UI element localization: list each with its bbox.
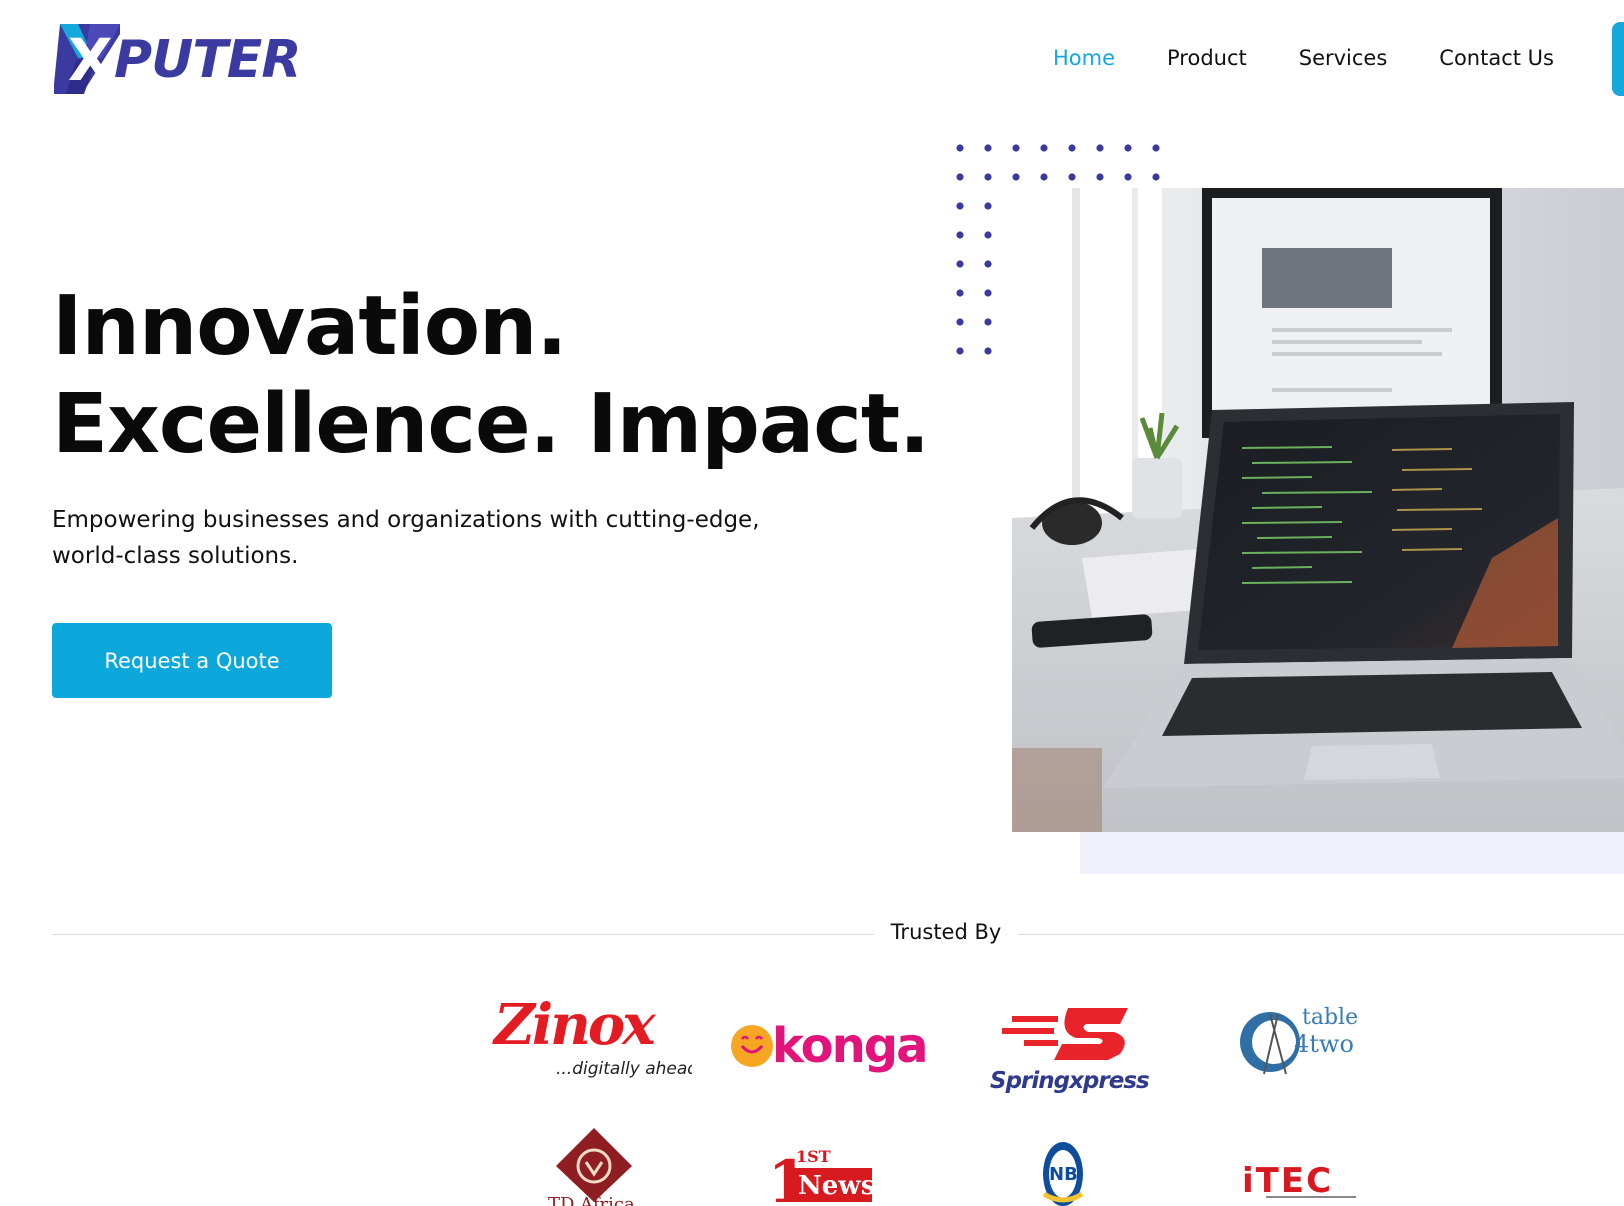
decorative-dot xyxy=(956,202,964,210)
nav-services[interactable]: Services xyxy=(1299,46,1388,70)
nav-contact-us[interactable]: Contact Us xyxy=(1439,46,1554,70)
decorative-dot xyxy=(1152,173,1160,181)
decorative-dot xyxy=(1124,173,1132,181)
decorative-dot xyxy=(1096,144,1104,152)
header-cta-button-edge[interactable] xyxy=(1612,22,1624,96)
main-nav: Home Product Services Contact Us xyxy=(1053,46,1554,70)
itec-wordmark: iTEC xyxy=(1242,1161,1333,1201)
decorative-dot xyxy=(1012,173,1020,181)
decorative-dot xyxy=(1096,173,1104,181)
decorative-dot xyxy=(956,144,964,152)
laptop-photo-illustration xyxy=(1012,188,1624,832)
zinox-wordmark: Zinox xyxy=(492,992,656,1058)
decorative-dot xyxy=(956,260,964,268)
decorative-dot xyxy=(956,289,964,297)
nb-wordmark: NB xyxy=(1049,1164,1078,1185)
nav-product[interactable]: Product xyxy=(1167,46,1247,70)
decorative-dot xyxy=(1124,144,1132,152)
site-logo[interactable]: X PUTER xyxy=(54,24,301,94)
hero-title: Innovation. Excellence. Impact. xyxy=(52,278,930,474)
logo-letter: X xyxy=(68,26,113,94)
hero-title-line1: Innovation. xyxy=(52,279,568,374)
client-logo-nb: NB xyxy=(1040,1134,1086,1206)
decorative-dot xyxy=(1068,173,1076,181)
trusted-by-label: Trusted By xyxy=(890,920,1002,944)
client-logo-td-africa: TD Africa xyxy=(548,1128,640,1206)
td-africa-lion-icon xyxy=(556,1128,632,1202)
client-logo-1st-news: 1 1ST News xyxy=(768,1144,878,1206)
client-logo-springxpress: Springxpress xyxy=(988,1004,1158,1096)
decorative-dot xyxy=(984,289,992,297)
logo-x-mark-icon: X xyxy=(54,24,120,94)
decorative-dot xyxy=(1012,144,1020,152)
decorative-dot xyxy=(956,318,964,326)
decorative-dot xyxy=(1068,144,1076,152)
decorative-dot xyxy=(984,144,992,152)
decorative-dot xyxy=(984,173,992,181)
hero-image xyxy=(1012,188,1624,832)
table4two-line2: 4two xyxy=(1294,1030,1354,1058)
divider-right xyxy=(1018,934,1624,935)
konga-wordmark: konga xyxy=(772,1018,927,1074)
decorative-dot xyxy=(984,347,992,355)
zinox-tagline: ...digitally ahead xyxy=(556,1059,692,1079)
hero-title-line2: Excellence. Impact. xyxy=(52,377,930,472)
decorative-dot xyxy=(984,231,992,239)
decorative-dot xyxy=(956,173,964,181)
request-quote-button[interactable]: Request a Quote xyxy=(52,623,332,698)
1st-news-wordmark: News xyxy=(798,1171,875,1201)
decorative-dot xyxy=(984,202,992,210)
hero-subtitle: Empowering businesses and organizations … xyxy=(52,507,760,569)
1st-news-superscript: 1ST xyxy=(796,1147,831,1166)
client-logo-table4two: table 4two xyxy=(1238,1004,1358,1086)
decorative-dot xyxy=(984,260,992,268)
konga-smiley-icon xyxy=(731,1025,773,1067)
springxpress-wordmark: Springxpress xyxy=(990,1068,1149,1094)
decorative-dot xyxy=(1040,144,1048,152)
client-logo-itec: iTEC xyxy=(1242,1160,1362,1206)
table4two-line1: table xyxy=(1302,1005,1358,1030)
divider-left xyxy=(52,934,874,935)
client-logo-konga: konga xyxy=(730,1012,930,1082)
decorative-dot xyxy=(956,231,964,239)
nav-home[interactable]: Home xyxy=(1053,46,1115,70)
client-logo-zinox: Zinox ...digitally ahead xyxy=(492,992,692,1082)
logo-text: PUTER xyxy=(114,30,301,90)
decorative-dot xyxy=(956,347,964,355)
decorative-dot xyxy=(984,318,992,326)
decorative-dot xyxy=(1040,173,1048,181)
springxpress-s-icon xyxy=(1002,1008,1128,1060)
td-africa-wordmark: TD Africa xyxy=(548,1194,635,1206)
decorative-dot xyxy=(1152,144,1160,152)
